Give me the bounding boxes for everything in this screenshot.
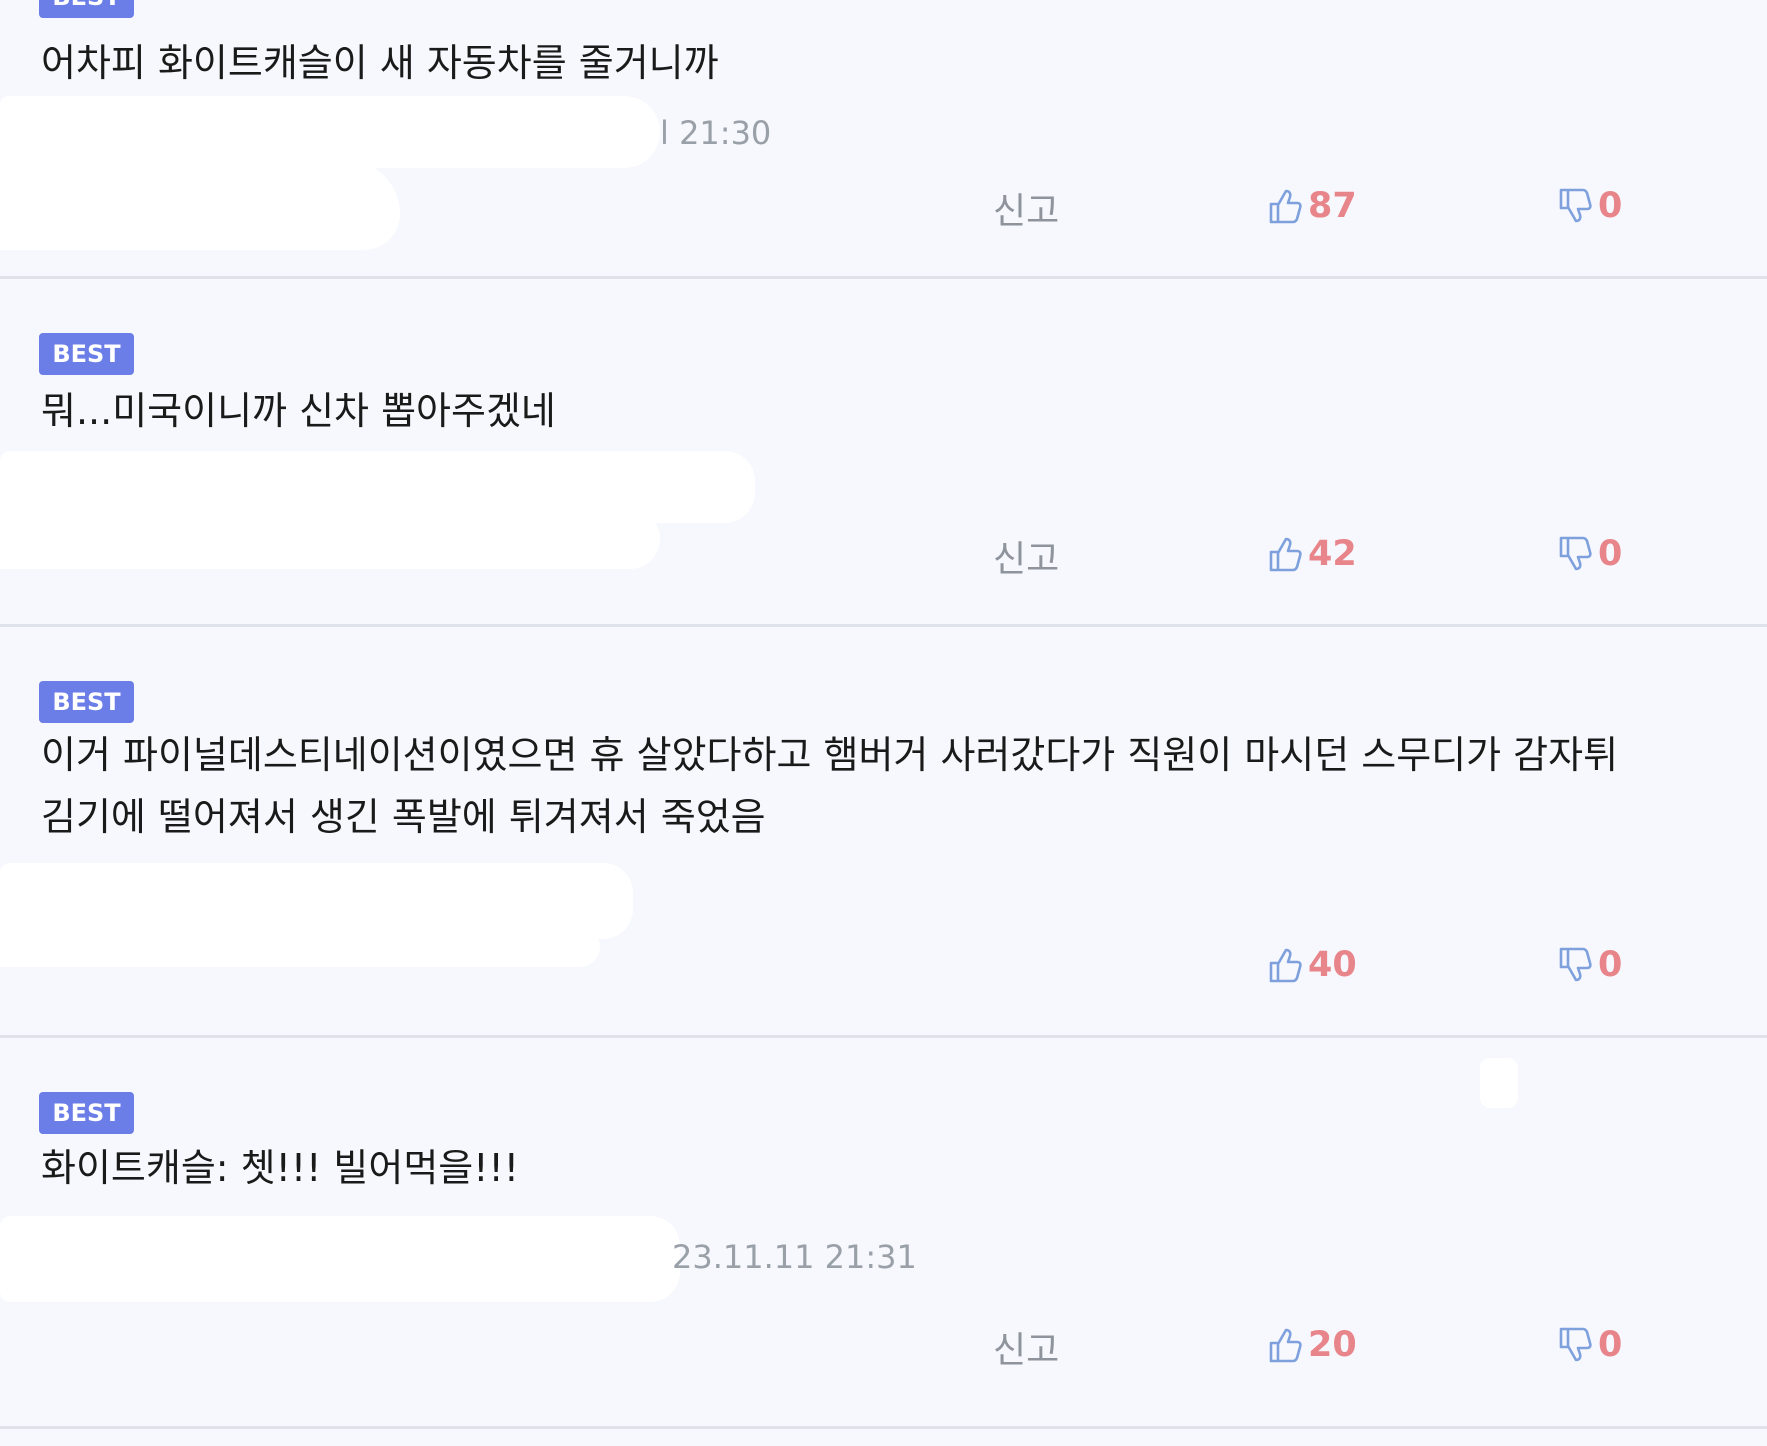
redacted-author xyxy=(0,160,400,250)
best-badge: BEST xyxy=(39,0,134,18)
dislike-button[interactable]: 0 xyxy=(1558,1325,1622,1365)
dislike-count: 0 xyxy=(1598,1325,1623,1365)
dislike-count: 0 xyxy=(1598,186,1623,226)
dislike-button[interactable]: 0 xyxy=(1558,945,1622,985)
redacted-mark xyxy=(1480,1058,1518,1108)
like-button[interactable]: 20 xyxy=(1268,1325,1357,1365)
like-count: 20 xyxy=(1308,1325,1357,1365)
thumbs-up-icon xyxy=(1269,537,1302,572)
best-badge: BEST xyxy=(39,1092,134,1134)
dislike-button[interactable]: 0 xyxy=(1558,186,1622,226)
comment-text: 뭐...미국이니까 신차 뽑아주겠네 xyxy=(41,380,556,442)
redacted-author xyxy=(0,96,660,168)
like-count: 87 xyxy=(1308,186,1357,226)
like-button[interactable]: 40 xyxy=(1268,945,1357,985)
report-button[interactable]: 신고 xyxy=(993,1321,1059,1373)
comment-item: BEST 어차피 화이트캐슬이 새 자동차를 줄거니까 l 21:30 신고 8… xyxy=(0,0,1767,278)
like-count: 40 xyxy=(1308,945,1357,985)
comment-item: BEST 뭐...미국이니까 신차 뽑아주겠네 신고 42 0 xyxy=(0,279,1767,625)
comment-text: 이거 파이널데스티네이션이였으면 휴 살았다하고 햄버거 사러갔다가 직원이 마… xyxy=(41,724,1618,848)
comment-timestamp: l 21:30 xyxy=(660,114,772,152)
thumbs-up-icon xyxy=(1269,948,1302,983)
comment-text: 화이트캐슬: 쳇!!! 빌어먹을!!! xyxy=(41,1137,519,1199)
report-button[interactable]: 신고 xyxy=(993,530,1059,582)
thumbs-down-icon xyxy=(1559,1327,1592,1362)
best-badge: BEST xyxy=(39,681,134,723)
comment-item: BEST 화이트캐슬: 쳇!!! 빌어먹을!!! 23.11.11 21:31 … xyxy=(0,1038,1767,1428)
comment-text-line: 어차피 화이트캐슬이 새 자동차를 줄거니까 xyxy=(41,41,719,85)
comment-divider xyxy=(0,1426,1767,1429)
redacted-author xyxy=(0,1216,680,1302)
comment-text-line: 뭐...미국이니까 신차 뽑아주겠네 xyxy=(41,389,556,433)
redacted-author xyxy=(0,509,660,569)
thumbs-down-icon xyxy=(1559,947,1592,982)
thumbs-up-icon xyxy=(1269,189,1302,224)
dislike-count: 0 xyxy=(1598,534,1623,574)
best-badge: BEST xyxy=(39,333,134,375)
comment-text-line: 화이트캐슬: 쳇!!! 빌어먹을!!! xyxy=(41,1146,519,1190)
dislike-button[interactable]: 0 xyxy=(1558,534,1622,574)
redacted-author xyxy=(0,927,600,967)
like-count: 42 xyxy=(1308,534,1357,574)
comment-text-line: 이거 파이널데스티네이션이였으면 휴 살았다하고 햄버거 사러갔다가 직원이 마… xyxy=(41,733,1619,777)
comment-item: BEST 이거 파이널데스티네이션이였으면 휴 살았다하고 햄버거 사러갔다가 … xyxy=(0,627,1767,1036)
thumbs-down-icon xyxy=(1559,188,1592,223)
comment-text-line: 김기에 떨어져서 생긴 폭발에 튀겨져서 죽었음 xyxy=(41,795,766,839)
thumbs-down-icon xyxy=(1559,536,1592,571)
thumbs-up-icon xyxy=(1269,1328,1302,1363)
like-button[interactable]: 42 xyxy=(1268,534,1357,574)
like-button[interactable]: 87 xyxy=(1268,186,1357,226)
report-button[interactable]: 신고 xyxy=(993,182,1059,234)
comment-timestamp: 23.11.11 21:31 xyxy=(672,1238,917,1276)
comment-text: 어차피 화이트캐슬이 새 자동차를 줄거니까 xyxy=(41,32,719,94)
dislike-count: 0 xyxy=(1598,945,1623,985)
